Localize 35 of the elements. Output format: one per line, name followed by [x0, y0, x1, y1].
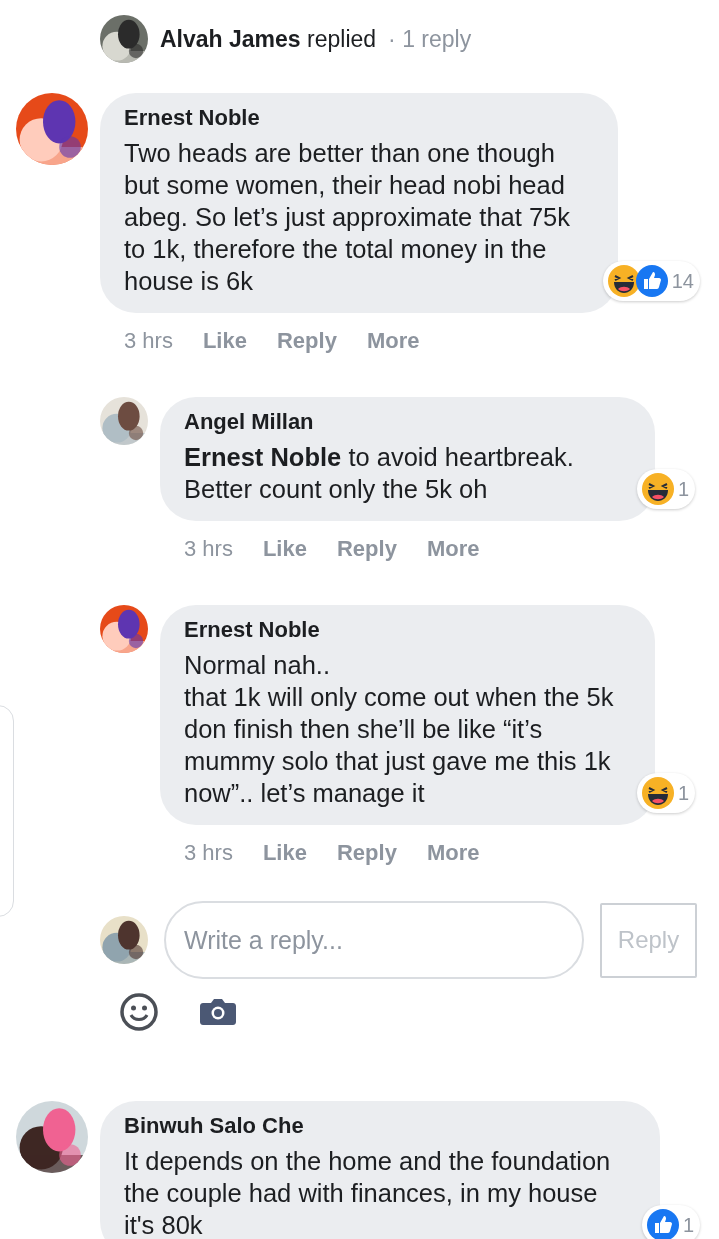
comment-time: 3 hrs — [124, 328, 173, 354]
reaction-badge[interactable]: 1 — [636, 773, 695, 813]
reply-button[interactable]: Reply — [600, 902, 697, 978]
comment-action-link[interactable]: Like — [262, 536, 307, 562]
thumbs-up-icon — [645, 1208, 680, 1239]
laughing-emoji-icon — [640, 776, 675, 810]
comment-action-link[interactable]: Reply — [276, 328, 337, 354]
comment-action-link[interactable]: More — [426, 536, 480, 562]
comment-text: Two heads are better than one though but some women, their head nobi head abeg. So let’s just approximate that 75k to 1k, therefore the total money in the house is 6k — [124, 138, 572, 297]
laughing-emoji-icon — [606, 264, 641, 298]
comment-time: 3 hrs — [184, 536, 233, 562]
comment-text: Normal nah.. that 1k will only come out when the 5k don finish then she’ll be like “it’s mummy solo that just gave me this 1k now”.. let’s manage it — [184, 650, 615, 809]
reply-count[interactable]: · 1 reply — [388, 25, 472, 53]
comment-action-link[interactable]: More — [366, 328, 420, 354]
comment-text: It depends on the home and the foundation the couple had with finances, in my house it's 80k — [124, 1146, 612, 1239]
camera-icon[interactable] — [200, 997, 236, 1027]
comment-author[interactable]: Ernest Noble — [184, 617, 621, 643]
comment-author[interactable]: Binwuh Salo Che — [124, 1113, 626, 1139]
reaction-badge[interactable]: 1 — [641, 1205, 700, 1239]
comment-action-link[interactable]: Like — [202, 328, 247, 354]
reaction-badge[interactable]: 1 — [636, 469, 695, 509]
replied-summary[interactable]: Alvah James replied — [160, 25, 377, 53]
reaction-badge[interactable]: 14 — [602, 261, 700, 301]
comment-action-link[interactable]: More — [426, 840, 480, 866]
comment-action-link[interactable]: Like — [262, 840, 307, 866]
comment-time: 3 hrs — [184, 840, 233, 866]
reply-input-field[interactable]: Write a reply... — [164, 901, 584, 979]
comment-action-link[interactable]: Reply — [336, 840, 397, 866]
thumbs-up-icon — [634, 264, 669, 298]
comment-author[interactable]: Angel Millan — [184, 409, 621, 435]
comment-text: Ernest Noble to avoid heartbreak. Better count only the 5k oh — [184, 442, 575, 505]
comment-author[interactable]: Ernest Noble — [124, 105, 584, 131]
comment-action-link[interactable]: Reply — [336, 536, 397, 562]
laughing-emoji-icon — [640, 472, 675, 506]
smiley-icon[interactable] — [120, 993, 158, 1031]
